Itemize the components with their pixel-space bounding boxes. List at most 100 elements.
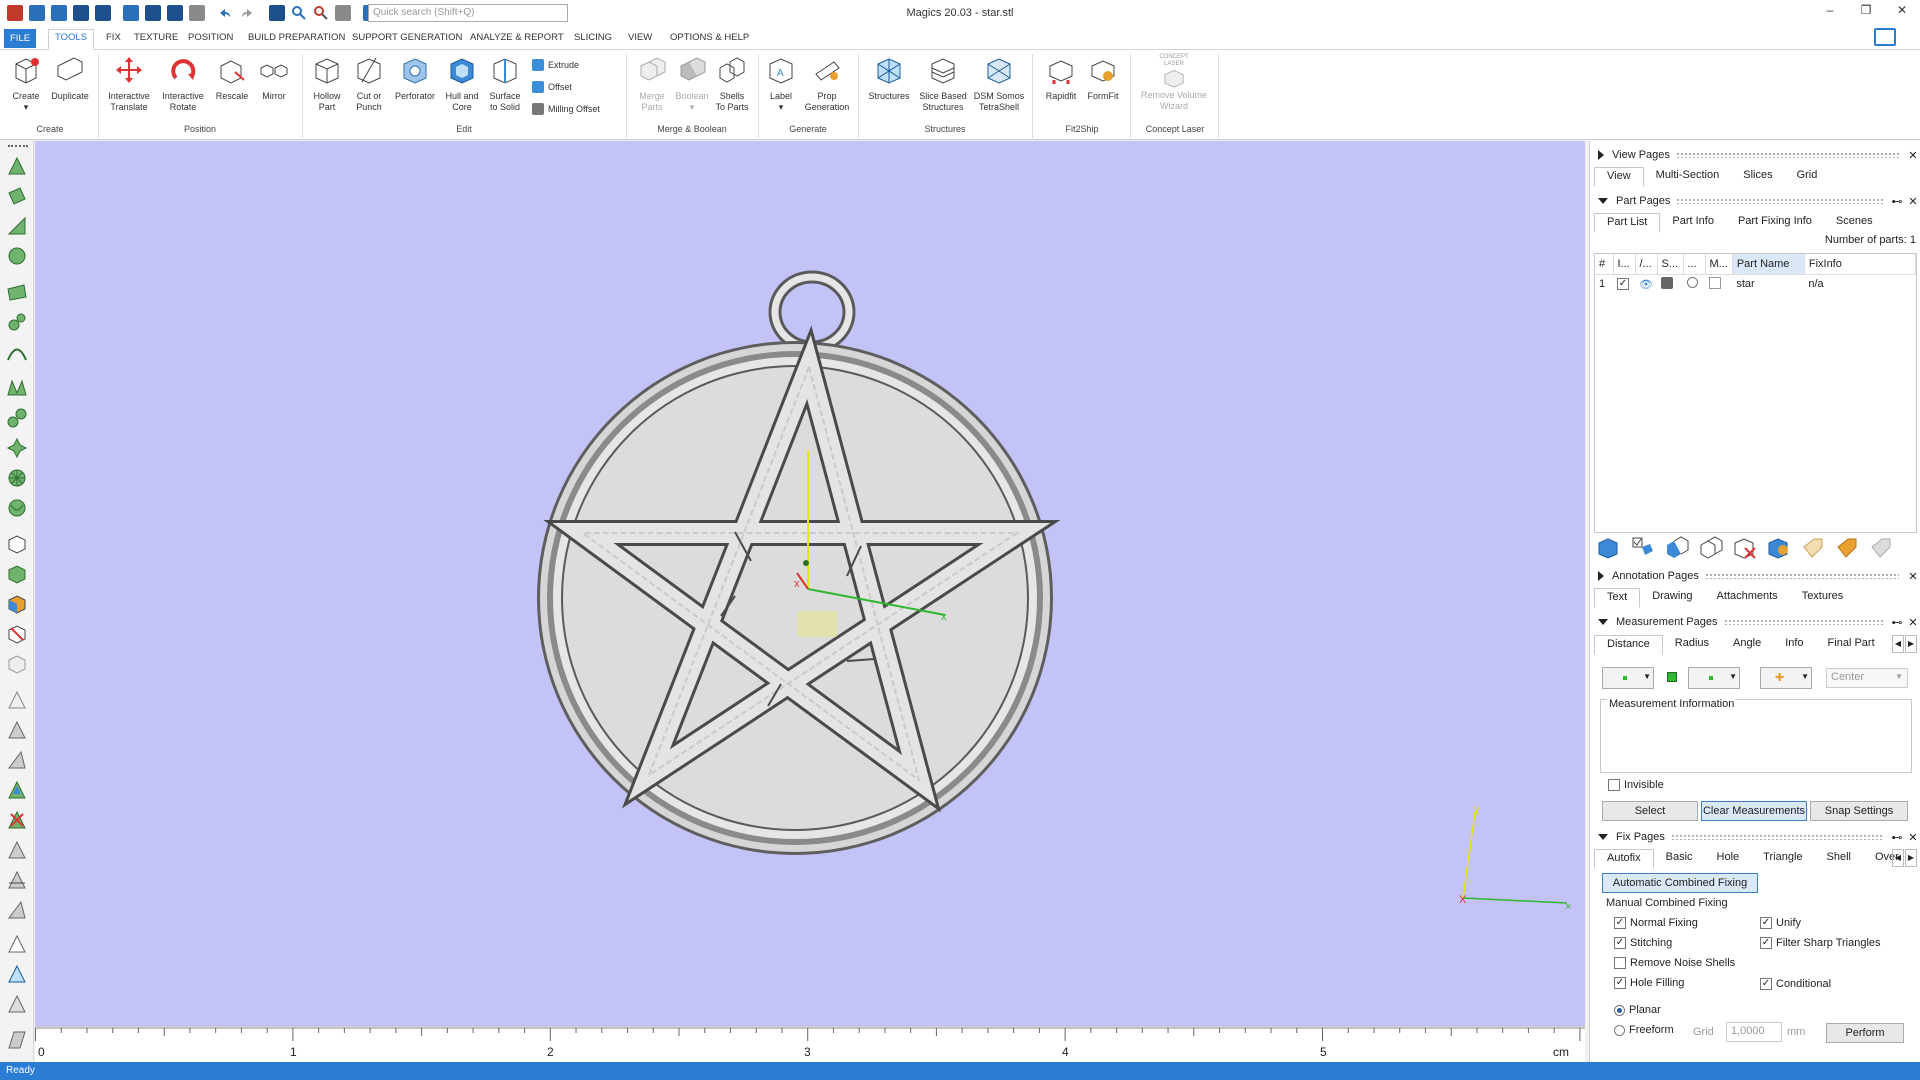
unmark-part-icon[interactable] xyxy=(6,623,28,645)
perforator-button[interactable]: Perforator xyxy=(392,54,438,102)
tab-tools[interactable]: TOOLS xyxy=(48,29,95,50)
col-visible[interactable]: /... xyxy=(1635,254,1658,275)
save-icon[interactable] xyxy=(73,5,89,21)
second-point-dropdown[interactable]: ▼ xyxy=(1688,667,1740,689)
3d-viewport[interactable]: x x Y X × xyxy=(35,141,1585,1026)
close-icon[interactable]: ✕ xyxy=(1905,570,1920,583)
freeform-radio[interactable]: Freeform xyxy=(1614,1024,1674,1036)
select-flip-icon[interactable] xyxy=(6,437,28,459)
tab-part-fixing-info[interactable]: Part Fixing Info xyxy=(1726,213,1824,233)
group-parts-icon[interactable] xyxy=(1664,535,1690,561)
mirror-button[interactable]: Mirror xyxy=(254,54,294,102)
tab-drawing[interactable]: Drawing xyxy=(1640,588,1704,608)
tab-slicing[interactable]: SLICING xyxy=(568,30,618,46)
stitching-checkbox[interactable]: ✓ Stitching xyxy=(1614,937,1672,949)
tab-angle[interactable]: Angle xyxy=(1721,635,1773,655)
hull-and-core-button[interactable]: Hull and Core xyxy=(442,54,482,113)
status-circle-icon[interactable] xyxy=(1687,277,1698,288)
tab-texture[interactable]: TEXTURE xyxy=(128,30,184,46)
tab-attachments[interactable]: Attachments xyxy=(1705,588,1790,608)
save-all-icon[interactable] xyxy=(95,5,111,21)
cut-or-punch-button[interactable]: Cut or Punch xyxy=(350,54,388,113)
clear-measurements-button[interactable]: Clear Measurements xyxy=(1701,801,1807,821)
unmark-all-icon[interactable] xyxy=(6,689,28,711)
select-lasso-icon[interactable] xyxy=(6,215,28,237)
remove-noise-shells-checkbox[interactable]: Remove Noise Shells xyxy=(1614,957,1735,969)
col-mode[interactable]: M... xyxy=(1705,254,1733,275)
pin-icon[interactable]: ⊷ xyxy=(1889,831,1905,844)
tab-part-list[interactable]: Part List xyxy=(1594,213,1661,233)
zoom-window-icon[interactable] xyxy=(313,5,329,21)
select-button[interactable]: Select xyxy=(1602,801,1698,821)
measure-icon[interactable] xyxy=(335,5,351,21)
create-button[interactable]: Create ▾ xyxy=(6,54,46,113)
invisible-checkbox[interactable]: Invisible xyxy=(1608,779,1664,791)
interactive-rotate-button[interactable]: Interactive Rotate xyxy=(158,54,208,113)
duplicate-button[interactable]: Duplicate xyxy=(48,54,92,102)
layout-icon[interactable] xyxy=(1874,28,1896,46)
tab-grid[interactable]: Grid xyxy=(1785,167,1830,187)
redo-icon[interactable] xyxy=(239,5,255,21)
col-part-name[interactable]: Part Name xyxy=(1732,254,1805,275)
mark-part-colored-icon[interactable] xyxy=(6,593,28,615)
close-icon[interactable]: ✕ xyxy=(1905,831,1920,844)
label-tag-icon[interactable] xyxy=(1800,535,1826,561)
center-dropdown[interactable]: Center ▼ xyxy=(1826,668,1908,688)
planar-radio[interactable]: Planar xyxy=(1614,1004,1661,1016)
rapidfit-button[interactable]: Rapidfit xyxy=(1040,54,1082,102)
tab-final-part[interactable]: Final Part xyxy=(1816,635,1887,655)
tab-text[interactable]: Text xyxy=(1594,588,1641,608)
tab-build-preparation[interactable]: BUILD PREPARATION xyxy=(242,30,351,46)
zoom-icon[interactable] xyxy=(291,5,307,21)
import-icon[interactable] xyxy=(123,5,139,21)
view-pages-header[interactable]: View Pages ✕ xyxy=(1590,145,1920,165)
remove-part-icon[interactable] xyxy=(1732,535,1758,561)
offset-button[interactable]: Offset xyxy=(532,81,572,93)
check-all-icon[interactable] xyxy=(1630,535,1656,561)
point-mode-dropdown[interactable]: ▼ xyxy=(1602,667,1654,689)
include-checkbox[interactable]: ✓ xyxy=(1617,278,1631,290)
col-shading[interactable]: S... xyxy=(1657,254,1684,275)
fix-pages-header[interactable]: Fix Pages ⊷ ✕ xyxy=(1590,827,1920,847)
tab-textures[interactable]: Textures xyxy=(1790,588,1856,608)
col-include[interactable]: I... xyxy=(1613,254,1636,275)
merge-parts-button[interactable]: Merge Parts xyxy=(632,54,672,113)
unload-icon[interactable] xyxy=(189,5,205,21)
tab-info[interactable]: Info xyxy=(1773,635,1815,655)
mark-triangle-icon[interactable] xyxy=(6,933,28,955)
prop-generation-button[interactable]: Prop Generation xyxy=(802,54,852,113)
mark-part-green-icon[interactable] xyxy=(6,563,28,585)
tab-basic[interactable]: Basic xyxy=(1654,849,1705,869)
tab-scroll-left-icon[interactable]: ◀ xyxy=(1892,635,1904,653)
mark-wall-icon[interactable] xyxy=(6,1029,28,1051)
boolean-button[interactable]: Boolean ▾ xyxy=(672,54,712,113)
mark-contour-icon[interactable] xyxy=(6,899,28,921)
tab-support-generation[interactable]: SUPPORT GENERATION xyxy=(346,30,468,46)
select-plane-icon[interactable] xyxy=(6,281,28,303)
hollow-part-button[interactable]: Hollow Part xyxy=(308,54,346,113)
tab-distance[interactable]: Distance xyxy=(1594,635,1663,655)
normal-fixing-checkbox[interactable]: ✓ Normal Fixing xyxy=(1614,917,1698,929)
measure-type-dropdown[interactable]: ✚ ▼ xyxy=(1760,667,1812,689)
select-sphere-icon[interactable] xyxy=(6,245,28,267)
tab-autofix[interactable]: Autofix xyxy=(1594,849,1654,869)
part-pages-header[interactable]: Part Pages ⊷ ✕ xyxy=(1590,191,1920,211)
delete-marked-icon[interactable] xyxy=(6,809,28,831)
close-icon[interactable]: ✕ xyxy=(1905,616,1920,629)
dsm-somos-tetrashell-button[interactable]: DSM Somos TetraShell xyxy=(972,54,1026,113)
mark-part-icon[interactable] xyxy=(6,533,28,555)
col-index[interactable]: # xyxy=(1595,254,1614,275)
star-pendant-model[interactable]: x x xyxy=(35,141,1585,1026)
tab-radius[interactable]: Radius xyxy=(1663,635,1721,655)
toolbar-grip[interactable] xyxy=(8,145,28,147)
annotation-pages-header[interactable]: Annotation Pages ✕ xyxy=(1590,566,1920,586)
col-status[interactable]: ... xyxy=(1683,254,1706,275)
new-file-icon[interactable] xyxy=(29,5,45,21)
mark-region-icon[interactable] xyxy=(6,993,28,1015)
filter-sharp-triangles-checkbox[interactable]: ✓ Filter Sharp Triangles xyxy=(1760,937,1881,949)
fix-tab-scroll-right-icon[interactable]: ▶ xyxy=(1905,849,1917,867)
tab-analyze-report[interactable]: ANALYZE & REPORT xyxy=(464,30,570,46)
conditional-checkbox[interactable]: ✓ Conditional xyxy=(1760,978,1831,990)
select-ball-icon[interactable] xyxy=(6,497,28,519)
surface-to-solid-button[interactable]: Surface to Solid xyxy=(484,54,526,113)
